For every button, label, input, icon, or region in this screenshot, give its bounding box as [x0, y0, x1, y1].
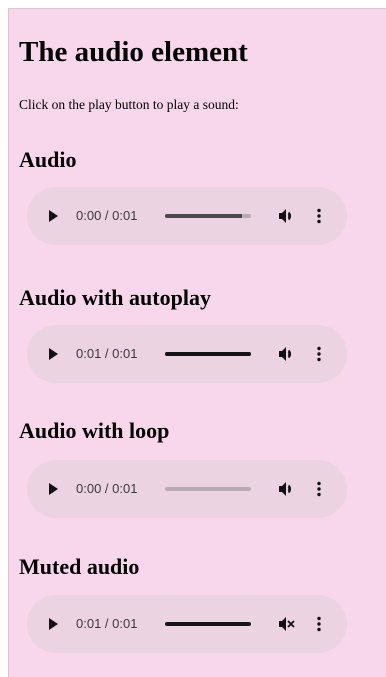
time-display: 0:01 / 0:01 — [76, 616, 138, 631]
progress-fill — [165, 214, 243, 218]
section-heading-autoplay: Audio with autoplay — [19, 285, 211, 310]
time-display: 0:01 / 0:01 — [76, 346, 138, 361]
page-frame: The audio element Click on the play butt… — [8, 8, 386, 677]
more-options-icon[interactable] — [314, 479, 324, 499]
audio-player-autoplay[interactable]: 0:01 / 0:01 — [27, 325, 347, 383]
audio-player-loop[interactable]: 0:00 / 0:01 — [27, 460, 347, 518]
volume-muted-icon[interactable] — [276, 614, 296, 634]
more-options-icon[interactable] — [314, 206, 324, 226]
section-heading-loop: Audio with loop — [19, 418, 170, 443]
more-options-icon[interactable] — [314, 614, 324, 634]
time-display: 0:00 / 0:01 — [76, 481, 138, 496]
progress-slider[interactable] — [165, 487, 251, 491]
progress-fill — [165, 352, 251, 356]
intro-text: Click on the play button to play a sound… — [19, 97, 239, 112]
section-heading-muted: Muted audio — [19, 554, 140, 579]
volume-icon[interactable] — [276, 479, 296, 499]
section-heading-audio: Audio — [19, 147, 77, 172]
audio-player-muted[interactable]: 0:01 / 0:01 — [27, 595, 347, 653]
progress-slider[interactable] — [165, 352, 251, 356]
progress-slider[interactable] — [165, 214, 251, 218]
volume-icon[interactable] — [276, 344, 296, 364]
progress-slider[interactable] — [165, 622, 251, 626]
play-icon[interactable] — [49, 210, 58, 222]
play-icon[interactable] — [49, 618, 58, 630]
progress-fill — [165, 622, 251, 626]
volume-icon[interactable] — [276, 206, 296, 226]
time-display: 0:00 / 0:01 — [76, 208, 138, 223]
play-icon[interactable] — [49, 483, 58, 495]
more-options-icon[interactable] — [314, 344, 324, 364]
page-title: The audio element — [19, 36, 248, 68]
play-icon[interactable] — [49, 348, 58, 360]
audio-player[interactable]: 0:00 / 0:01 — [27, 187, 347, 245]
